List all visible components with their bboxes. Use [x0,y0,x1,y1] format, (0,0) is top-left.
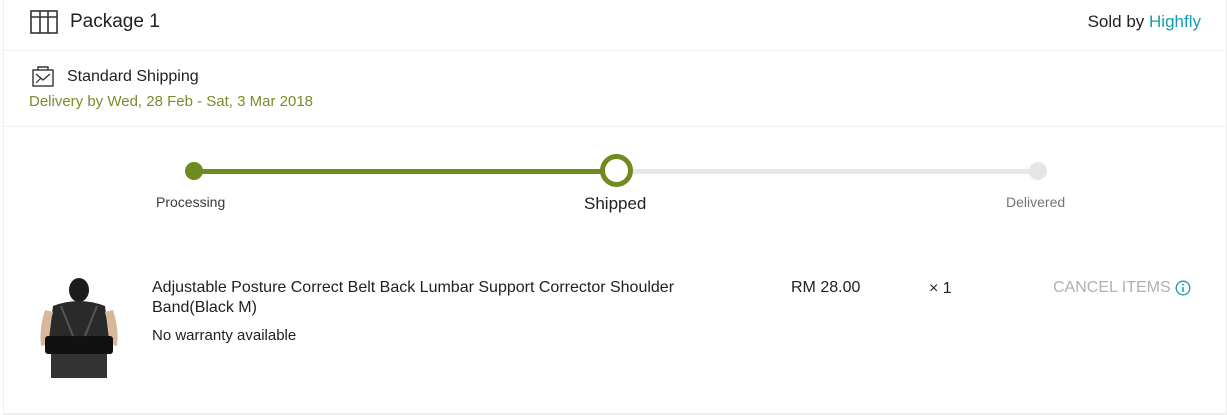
shipping-section: Standard Shipping Delivery by Wed, 28 Fe… [4,51,1226,127]
package-icon [30,10,58,34]
item-quantity: × 1 [929,280,952,297]
sold-by: Sold by Highfly [1088,12,1201,32]
truck-box-icon [32,66,54,87]
seller-link[interactable]: Highfly [1149,12,1201,31]
product-image[interactable] [31,276,127,378]
step-dot-processing [185,162,203,180]
package-card: Package 1 Sold by Highfly Standard Shipp… [3,0,1227,415]
package-title: Package 1 [70,11,160,32]
sold-by-label: Sold by [1087,12,1145,31]
progress-line-done [194,169,618,174]
order-item: Adjustable Posture Correct Belt Back Lum… [4,270,1226,385]
step-dot-shipped [600,154,633,187]
progress-line-pending [618,169,1039,174]
shipment-tracker: Processing Shipped Delivered [4,127,1226,247]
step-label-shipped: Shipped [584,194,647,213]
item-title[interactable]: Adjustable Posture Correct Belt Back Lum… [152,278,752,318]
cancel-items-button[interactable]: CANCEL ITEMS [1053,279,1191,297]
item-price: RM 28.00 [791,279,861,296]
package-header: Package 1 Sold by Highfly [4,0,1226,51]
cancel-items-label: CANCEL ITEMS [1053,279,1171,296]
step-label-delivered: Delivered [1006,194,1066,210]
info-icon[interactable] [1175,280,1191,296]
shipping-method: Standard Shipping [67,68,199,85]
item-warranty: No warranty available [152,327,297,344]
step-label-processing: Processing [156,194,226,210]
delivery-eta: Delivery by Wed, 28 Feb - Sat, 3 Mar 201… [29,93,314,110]
step-dot-delivered [1029,162,1047,180]
